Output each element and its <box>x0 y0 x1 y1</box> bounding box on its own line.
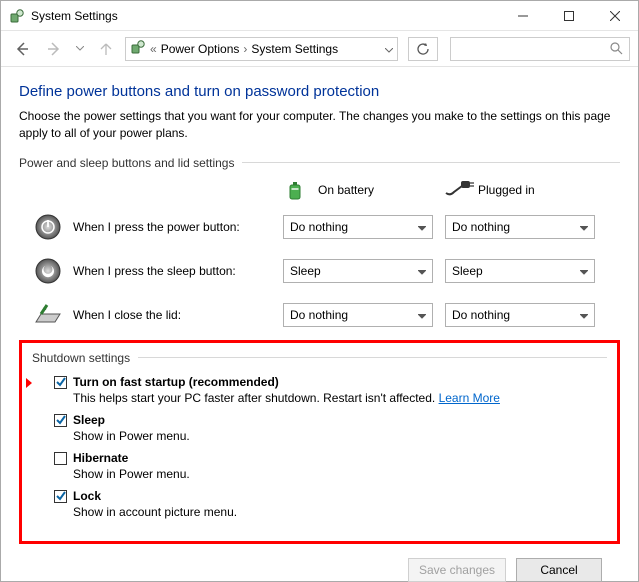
refresh-button[interactable] <box>408 37 438 61</box>
sleep-button-plugged-select[interactable]: Sleep <box>445 259 595 283</box>
forward-button[interactable] <box>41 36 67 62</box>
sleep-button-battery-select[interactable]: Sleep <box>283 259 433 283</box>
breadcrumb-item[interactable]: System Settings <box>251 42 338 56</box>
maximize-button[interactable] <box>546 1 592 31</box>
window-title: System Settings <box>31 9 118 23</box>
sleep-label: Sleep <box>73 413 105 427</box>
breadcrumb-icon <box>130 39 146 58</box>
row-lid: When I close the lid: Do nothing Do noth… <box>19 296 620 334</box>
breadcrumb-item[interactable]: Power Options <box>161 42 240 56</box>
power-button-battery-select[interactable]: Do nothing <box>283 215 433 239</box>
titlebar: System Settings <box>1 1 638 31</box>
lock-desc: Show in account picture menu. <box>73 505 607 519</box>
breadcrumb-prefix: « <box>150 42 157 56</box>
power-button-plugged-select[interactable]: Do nothing <box>445 215 595 239</box>
page-title: Define power buttons and turn on passwor… <box>19 83 620 100</box>
power-button-icon <box>33 212 63 242</box>
page-subtitle: Choose the power settings that you want … <box>19 108 620 142</box>
battery-icon <box>284 180 310 200</box>
chevron-down-icon <box>418 220 426 234</box>
navbar: « Power Options › System Settings <box>1 31 638 67</box>
app-icon <box>9 8 25 24</box>
fast-startup-label: Turn on fast startup (recommended) <box>73 375 279 389</box>
annotation-arrow-icon <box>18 377 38 392</box>
chevron-down-icon <box>580 308 588 322</box>
hibernate-label: Hibernate <box>73 451 128 465</box>
chevron-down-icon <box>580 220 588 234</box>
learn-more-link[interactable]: Learn More <box>439 391 500 405</box>
section-power-lid: Power and sleep buttons and lid settings <box>19 156 620 170</box>
hibernate-desc: Show in Power menu. <box>73 467 607 481</box>
column-battery: On battery <box>284 180 444 200</box>
row-sleep-button: When I press the sleep button: Sleep Sle… <box>19 252 620 290</box>
section-shutdown: Shutdown settings <box>32 351 607 365</box>
search-input[interactable] <box>450 37 630 61</box>
column-plugged: Plugged in <box>444 180 604 200</box>
close-button[interactable] <box>592 1 638 31</box>
save-button[interactable]: Save changes <box>408 558 506 582</box>
sleep-checkbox[interactable] <box>54 414 67 427</box>
plug-icon <box>444 180 470 200</box>
sleep-button-icon <box>33 256 63 286</box>
history-dropdown[interactable] <box>73 46 87 51</box>
cancel-button[interactable]: Cancel <box>516 558 602 582</box>
search-icon <box>610 42 623 55</box>
sleep-desc: Show in Power menu. <box>73 429 607 443</box>
lid-battery-select[interactable]: Do nothing <box>283 303 433 327</box>
chevron-down-icon <box>418 264 426 278</box>
fast-startup-desc: This helps start your PC faster after sh… <box>73 391 607 405</box>
hibernate-checkbox[interactable] <box>54 452 67 465</box>
fast-startup-checkbox[interactable] <box>54 376 67 389</box>
shutdown-highlight: Shutdown settings Turn on fast startup (… <box>19 340 620 544</box>
chevron-down-icon <box>418 308 426 322</box>
row-power-button: When I press the power button: Do nothin… <box>19 208 620 246</box>
chevron-right-icon: › <box>243 42 247 56</box>
up-button[interactable] <box>93 36 119 62</box>
address-expand[interactable] <box>385 42 393 56</box>
chevron-down-icon <box>580 264 588 278</box>
lid-icon <box>33 300 63 330</box>
back-button[interactable] <box>9 36 35 62</box>
lock-checkbox[interactable] <box>54 490 67 503</box>
lid-plugged-select[interactable]: Do nothing <box>445 303 595 327</box>
lock-label: Lock <box>73 489 101 503</box>
address-bar[interactable]: « Power Options › System Settings <box>125 37 398 61</box>
minimize-button[interactable] <box>500 1 546 31</box>
